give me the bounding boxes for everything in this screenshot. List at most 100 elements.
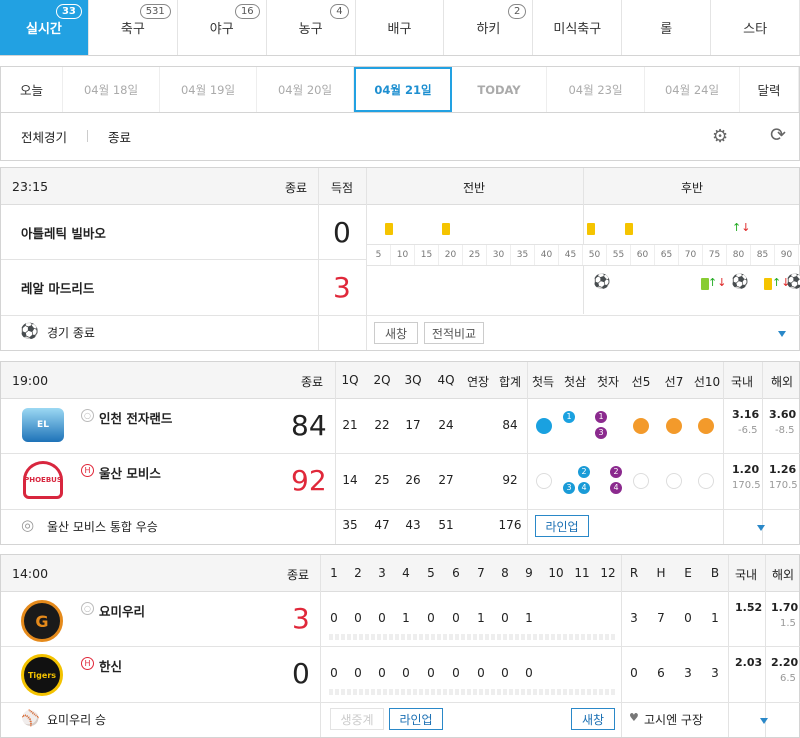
inning-header: 10 [548, 566, 564, 580]
quarter-score: 26 [405, 473, 421, 487]
tab-label: 롤 [660, 22, 673, 37]
yellow-card-icon [385, 223, 393, 235]
away-score: 92 [291, 464, 327, 497]
date-item[interactable]: 04월 19일 [160, 67, 257, 112]
score-label: 득점 [331, 181, 354, 195]
minute-tick: 45 [559, 245, 583, 265]
tab-6[interactable]: 미식축구 [533, 0, 623, 55]
filter-divider [87, 130, 89, 142]
date-item[interactable]: 오늘 [1, 67, 63, 112]
empty-dot [666, 473, 682, 489]
quarter-score: 17 [405, 418, 421, 432]
date-item[interactable]: 04월 18일 [63, 67, 160, 112]
column-header: 첫자 [596, 375, 620, 389]
minute-tick: 80 [727, 245, 751, 265]
gear-icon[interactable]: ⚙ [712, 126, 728, 147]
tab-2[interactable]: 야구 16 [178, 0, 267, 55]
new-window-button[interactable]: 새창 [374, 322, 418, 344]
quarter-total: 176 [498, 518, 522, 532]
goal-icon: ⚽ [731, 274, 749, 290]
quarter-score: 22 [374, 418, 390, 432]
yellow-card-icon [764, 278, 772, 290]
inning-header: 국내 [734, 568, 758, 582]
minute-tick: 10 [391, 245, 415, 265]
home-domestic-handicap: -6.5 [738, 425, 758, 436]
game-time: 23:15 [12, 179, 49, 194]
quarter-score: 24 [438, 418, 454, 432]
tab-8[interactable]: 스타 [711, 0, 800, 55]
three-dot: 3 [563, 482, 575, 494]
inning-score: 0 [525, 666, 533, 680]
away-team-name[interactable]: 레알 마드리드 [21, 278, 94, 297]
date-item[interactable]: TODAY [452, 67, 547, 112]
live-button[interactable]: 생중계 [330, 708, 384, 730]
minute-tick: 60 [631, 245, 655, 265]
baseball-footer: 요미우리 승 [47, 713, 107, 727]
compare-button[interactable]: 전적비교 [424, 322, 484, 344]
tab-4[interactable]: 배구 [356, 0, 445, 55]
date-item[interactable]: 04월 23일 [547, 67, 645, 112]
date-item[interactable]: 04월 20일 [257, 67, 354, 112]
home-team-name[interactable]: 인천 전자랜드 [99, 408, 172, 427]
inning-header: 6 [452, 566, 460, 580]
away-team-name[interactable]: 한신 [99, 656, 122, 675]
away-tag: H [81, 464, 94, 477]
inning-header: B [710, 566, 720, 580]
date-item[interactable]: 04월 24일 [645, 67, 740, 112]
filter-bar: 전체경기 종료 ⚙ ⟳ [0, 112, 800, 161]
home-team-name[interactable]: 아틀레틱 빌바오 [21, 223, 106, 242]
expand-icon[interactable] [757, 525, 765, 531]
tab-label: 축구 [120, 22, 145, 37]
inning-header: 4 [402, 566, 410, 580]
column-header: 첫득 [531, 375, 555, 389]
baseball-game: 14:00 종료 1 2 3 4 5 6 7 8 9 10 11 12 R H E B 국내 해외 G Tiger… [0, 554, 800, 738]
minute-tick: 55 [607, 245, 631, 265]
tab-3[interactable]: 농구 4 [267, 0, 356, 55]
first-score-dot [536, 418, 552, 434]
three-dot: 2 [578, 466, 590, 478]
new-window-button[interactable]: 새창 [571, 708, 615, 730]
inning-score: 0 [402, 666, 410, 680]
tab-0[interactable]: 실시간 33 [0, 0, 89, 55]
race10-dot [698, 418, 714, 434]
tab-label: 실시간 [26, 22, 62, 37]
column-header: 합계 [498, 375, 522, 389]
quarter-total: 47 [374, 518, 390, 532]
date-item[interactable]: 04월 21일 [354, 67, 452, 112]
refresh-icon[interactable]: ⟳ [770, 124, 786, 146]
tab-label: 배구 [387, 22, 412, 37]
free-throw-dot: 2 [610, 466, 622, 478]
soccer-game: 23:15 종료 득점 전반 후반 아틀레틱 빌바오 0 레알 마드리드 3 5… [0, 167, 800, 351]
basketball-header: 19:00 종료 1Q 2Q 3Q 4Q 연장 합계 첫득 첫삼 첫자 선5 선7 선10 국내 해외 [1, 362, 799, 399]
away-foreign-odds: 1.26 [769, 463, 797, 476]
expand-icon[interactable] [760, 718, 768, 724]
home-foreign-odds: 1.70 [771, 601, 799, 614]
baseball-icon: ⚾ [21, 709, 40, 727]
tab-7[interactable]: 롤 [622, 0, 712, 55]
away-team-name[interactable]: 울산 모비스 [99, 463, 161, 482]
race5-dot [633, 418, 649, 434]
lineup-button[interactable]: 라인업 [535, 515, 589, 537]
inning-score: 0 [427, 666, 435, 680]
filter-all[interactable]: 전체경기 [21, 127, 67, 146]
inning-header: H [656, 566, 666, 580]
expand-icon[interactable] [778, 331, 786, 337]
date-item[interactable]: 달력 [740, 67, 799, 112]
first-free-throw-dot: 3 [595, 427, 607, 439]
filter-end[interactable]: 종료 [108, 127, 131, 146]
lineup-button[interactable]: 라인업 [389, 708, 443, 730]
tab-5[interactable]: 하키 2 [444, 0, 534, 55]
stadium-icon: ♥ [629, 711, 639, 724]
away-foreign-odds: 2.20 [771, 656, 799, 669]
basketball-icon: ◎ [21, 516, 35, 534]
inning-score: 0 [630, 666, 638, 680]
first-free-throw-dot: 1 [595, 411, 607, 423]
sport-tabs: 실시간 33 축구 531 야구 16 농구 4 배구 하키 2 미식축구 롤 스타 [0, 0, 800, 56]
tab-1[interactable]: 축구 531 [89, 0, 178, 55]
race7-dot [666, 418, 682, 434]
home-score: 0 [333, 216, 351, 249]
inning-score: 3 [711, 666, 719, 680]
column-header: 해외 [770, 375, 794, 389]
column-header: 연장 [466, 375, 490, 389]
home-team-name[interactable]: 요미우리 [99, 601, 145, 620]
